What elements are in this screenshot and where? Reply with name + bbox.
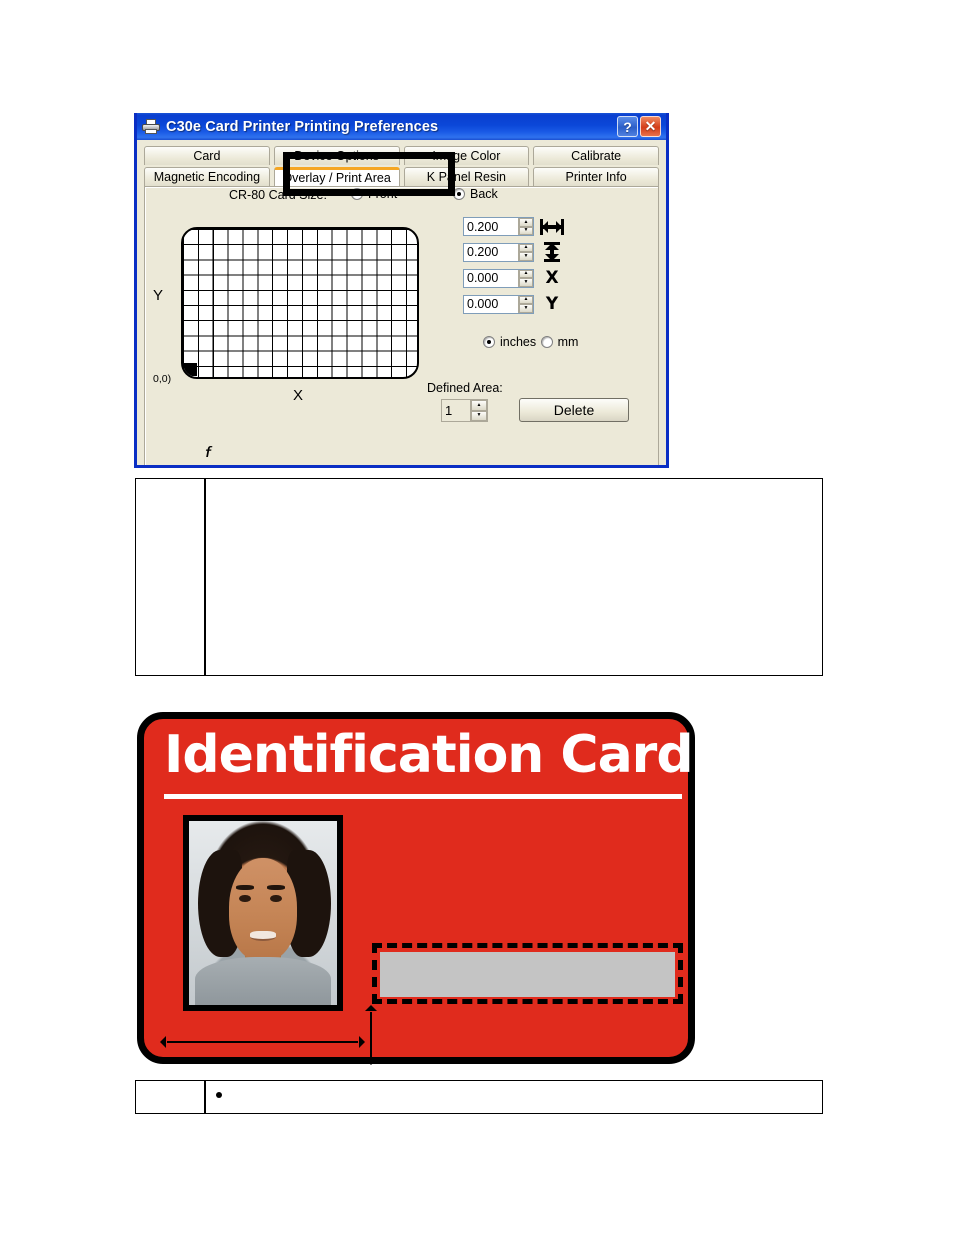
titlebar-buttons: ? ✕ — [617, 116, 663, 137]
spinner-width-up[interactable]: ▲ — [519, 218, 533, 227]
spinner-x-up[interactable]: ▲ — [519, 269, 533, 278]
unit-radio-group: inches mm — [483, 335, 578, 354]
radio-inches-button[interactable] — [483, 336, 495, 348]
spinner-width-arrows[interactable]: ▲ ▼ — [518, 218, 533, 235]
printer-icon — [142, 118, 160, 135]
tab-overlay-print-area[interactable]: Overlay / Print Area — [273, 167, 400, 186]
dialog-body: Card Device Options Image Color Calibrat… — [137, 140, 666, 465]
defined-area-spinner-wrap: 1 ▲ ▼ — [441, 399, 488, 422]
radio-mm-button[interactable] — [540, 336, 553, 348]
width-icon — [539, 218, 565, 235]
spinner-width[interactable]: 0.200 ▲ ▼ — [463, 217, 534, 236]
origin-marker — [184, 363, 197, 376]
radio-inches-label: inches — [500, 335, 537, 349]
bullet-marker — [216, 1092, 222, 1098]
spinner-x-arrows[interactable]: ▲ ▼ — [518, 269, 533, 287]
print-area-gray-block — [380, 952, 675, 997]
identification-card-graphic: Identification Card — [137, 712, 695, 1065]
tab-calibrate[interactable]: Calibrate — [533, 146, 659, 165]
spinner-y-arrows[interactable]: ▲ ▼ — [518, 295, 533, 313]
radio-back-label: Back — [470, 187, 498, 201]
spinner-width-row: 0.200 ▲ ▼ — [463, 217, 565, 236]
help-button[interactable]: ? — [617, 116, 638, 137]
y-icon: Y — [545, 294, 559, 314]
dialog-title: C30e Card Printer Printing Preferences — [166, 118, 439, 135]
radio-front-button[interactable] — [351, 188, 363, 200]
card-grid-preview[interactable] — [181, 227, 419, 379]
spinner-y-value[interactable]: 0.000 — [464, 297, 518, 311]
height-icon — [539, 242, 565, 262]
spinner-x-row: 0.000 ▲ ▼ X — [463, 268, 565, 288]
vertical-dimension-arrow — [365, 1005, 377, 1065]
table-bullet-lower — [135, 1080, 823, 1114]
spinner-y-up[interactable]: ▲ — [519, 295, 533, 304]
card-size-label: CR-80 Card Size: — [229, 188, 327, 202]
tab-row-2: Magnetic Encoding Overlay / Print Area K… — [142, 167, 661, 186]
delete-button[interactable]: Delete — [519, 398, 629, 422]
defined-area-spinner[interactable]: 1 ▲ ▼ — [441, 399, 488, 422]
spinner-height-row: 0.200 ▲ ▼ — [463, 242, 565, 262]
defined-area-up[interactable]: ▲ — [471, 400, 487, 411]
spinner-height-down[interactable]: ▼ — [519, 252, 533, 261]
spinner-x-value[interactable]: 0.000 — [464, 271, 518, 285]
spinner-height[interactable]: 0.200 ▲ ▼ — [463, 242, 534, 262]
tab-device-options[interactable]: Device Options — [273, 146, 400, 165]
x-icon: X — [545, 268, 559, 288]
defined-area-value[interactable]: 1 — [442, 403, 470, 418]
spinner-y-row: 0.000 ▲ ▼ Y — [463, 294, 565, 314]
close-button[interactable]: ✕ — [640, 116, 661, 137]
tab-image-color[interactable]: Image Color — [403, 146, 530, 165]
tab-k-panel-resin[interactable]: K Panel Resin — [403, 167, 530, 186]
spinner-height-arrows[interactable]: ▲ ▼ — [518, 243, 533, 261]
spinner-x-down[interactable]: ▼ — [519, 278, 533, 287]
table-column-divider — [204, 479, 206, 675]
origin-label: 0,0) — [153, 373, 172, 385]
cropped-control-glyph: ƒ — [203, 443, 215, 457]
spinner-height-up[interactable]: ▲ — [519, 243, 533, 252]
printing-preferences-dialog: C30e Card Printer Printing Preferences ?… — [134, 113, 669, 468]
id-card-title: Identification Card — [164, 725, 694, 785]
radio-mm-label: mm — [557, 335, 579, 349]
spinner-y-down[interactable]: ▼ — [519, 304, 533, 313]
card-grid[interactable] — [181, 227, 419, 379]
dialog-titlebar[interactable]: C30e Card Printer Printing Preferences ?… — [137, 113, 666, 140]
spinner-height-value[interactable]: 0.200 — [464, 245, 518, 259]
spinner-width-down[interactable]: ▼ — [519, 226, 533, 235]
defined-area-arrows[interactable]: ▲ ▼ — [470, 400, 487, 421]
defined-area-label: Defined Area: — [427, 381, 503, 395]
id-card-title-rule — [164, 794, 682, 799]
table-empty-upper — [135, 478, 823, 676]
tab-card[interactable]: Card — [144, 146, 270, 165]
spinner-width-value[interactable]: 0.200 — [464, 220, 518, 234]
defined-area-down[interactable]: ▼ — [471, 410, 487, 421]
tab-magnetic-encoding[interactable]: Magnetic Encoding — [144, 167, 270, 186]
tab-row-1: Card Device Options Image Color Calibrat… — [142, 146, 661, 165]
tab-printer-info[interactable]: Printer Info — [533, 167, 659, 186]
radio-back-button[interactable] — [453, 188, 465, 200]
id-card-photo-frame — [183, 815, 343, 1011]
table-column-divider — [204, 1081, 206, 1113]
radio-front[interactable]: Front — [351, 187, 397, 203]
radio-inches[interactable]: inches — [483, 335, 536, 349]
axis-label-y: Y — [153, 287, 164, 304]
radio-front-label: Front — [368, 187, 398, 201]
overlay-print-area-panel: CR-80 Card Size: Front Back Y X 0,0) 0.2… — [144, 186, 659, 465]
axis-label-x: X — [293, 387, 304, 404]
spinner-x[interactable]: 0.000 ▲ ▼ — [463, 268, 534, 288]
horizontal-dimension-arrow — [160, 1036, 365, 1048]
portrait-photo — [189, 821, 337, 1005]
dimension-spinners: 0.200 ▲ ▼ 0.200 ▲ ▼ 0.000 ▲ ▼ X 0.000 ▲ … — [463, 217, 565, 320]
radio-mm[interactable]: mm — [540, 335, 579, 349]
radio-back[interactable]: Back — [453, 187, 498, 203]
spinner-y[interactable]: 0.000 ▲ ▼ — [463, 294, 534, 314]
